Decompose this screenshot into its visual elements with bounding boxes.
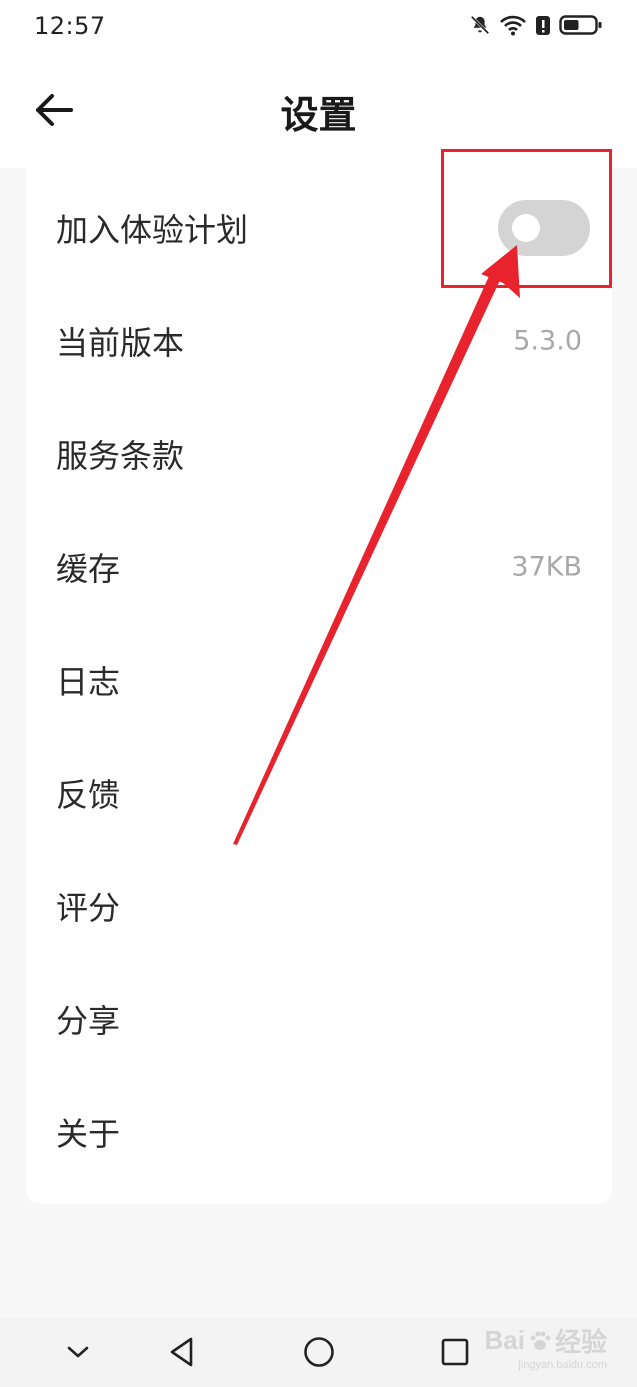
nav-recents-button[interactable] bbox=[433, 1332, 477, 1376]
settings-item-label: 反馈 bbox=[56, 776, 121, 814]
cache-size-value: 37KB bbox=[511, 551, 582, 583]
page-title: 设置 bbox=[280, 93, 357, 137]
battery-icon bbox=[559, 14, 603, 36]
wifi-icon bbox=[499, 14, 527, 36]
recents-square-icon bbox=[439, 1336, 471, 1372]
annotation-highlight-box bbox=[441, 149, 612, 288]
settings-item-terms[interactable]: 服务条款 bbox=[26, 398, 612, 510]
settings-item-cache[interactable]: 缓存 37KB bbox=[26, 511, 612, 623]
settings-item-rate[interactable]: 评分 bbox=[26, 850, 612, 962]
status-time: 12:57 bbox=[34, 12, 106, 40]
settings-item-label: 评分 bbox=[56, 889, 121, 927]
settings-item-share[interactable]: 分享 bbox=[26, 963, 612, 1075]
settings-item-label: 缓存 bbox=[56, 550, 121, 588]
settings-item-feedback[interactable]: 反馈 bbox=[26, 737, 612, 849]
version-value: 5.3.0 bbox=[513, 325, 582, 357]
status-icons bbox=[469, 14, 603, 36]
settings-item-about[interactable]: 关于 bbox=[26, 1076, 612, 1188]
chevron-down-icon bbox=[64, 1342, 92, 1366]
paw-icon bbox=[530, 1331, 551, 1350]
back-triangle-icon bbox=[167, 1336, 197, 1372]
settings-item-label: 当前版本 bbox=[56, 324, 185, 362]
settings-item-label: 分享 bbox=[56, 1002, 121, 1040]
settings-item-log[interactable]: 日志 bbox=[26, 624, 612, 736]
watermark: Bai 经验 jingyan.baidu.com bbox=[485, 1322, 607, 1371]
status-bar: 12:57 bbox=[0, 0, 637, 56]
nav-back-button[interactable] bbox=[160, 1332, 204, 1376]
settings-item-label: 关于 bbox=[56, 1115, 121, 1153]
settings-item-current-version[interactable]: 当前版本 5.3.0 bbox=[26, 285, 612, 397]
settings-item-label: 加入体验计划 bbox=[56, 211, 249, 249]
watermark-url: jingyan.baidu.com bbox=[518, 1359, 607, 1371]
settings-item-label: 服务条款 bbox=[56, 437, 185, 475]
watermark-logo: Bai 经验 bbox=[484, 1325, 607, 1357]
battery-alert-icon bbox=[535, 14, 551, 36]
settings-list: 加入体验计划 当前版本 5.3.0 服务条款 缓存 37KB 日志 反馈 评分 … bbox=[26, 166, 612, 1204]
nav-collapse-button[interactable] bbox=[56, 1332, 100, 1376]
bell-off-icon bbox=[469, 14, 491, 36]
settings-item-label: 日志 bbox=[56, 663, 121, 701]
nav-home-button[interactable] bbox=[297, 1332, 341, 1376]
home-circle-icon bbox=[302, 1335, 336, 1373]
